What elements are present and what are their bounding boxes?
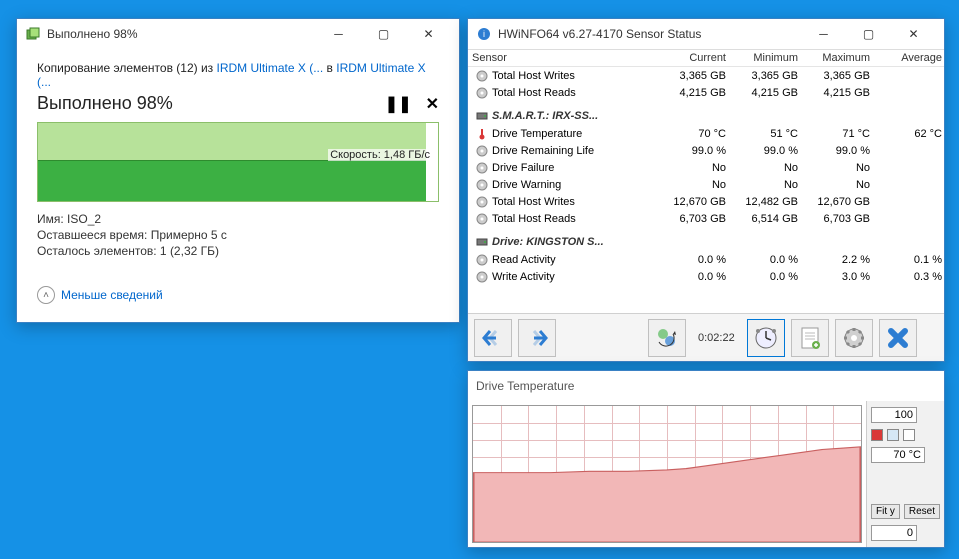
disc-icon: [476, 162, 488, 174]
cancel-button[interactable]: ✕: [426, 94, 439, 114]
y-max-input[interactable]: 100: [871, 407, 917, 423]
sensor-row[interactable]: Drive Temperature70 °C51 °C71 °C62 °C: [468, 125, 944, 142]
legend-swatch-white[interactable]: [903, 429, 915, 441]
copy-header-row: Выполнено 98% ❚❚ ✕: [37, 93, 439, 114]
drive-icon: [476, 236, 488, 248]
sensor-table-header: Sensor Current Minimum Maximum Average: [468, 50, 944, 67]
chart-titlebar: Drive Temperature: [468, 371, 944, 401]
col-minimum: Minimum: [730, 52, 802, 64]
minimize-button[interactable]: ─: [316, 19, 361, 49]
hwinfo-app-icon: i: [476, 26, 492, 42]
sensor-row[interactable]: Total Host Reads6,703 GB6,514 GB6,703 GB: [468, 210, 944, 227]
nav-forward-button[interactable]: [518, 319, 556, 357]
copy-source-link[interactable]: IRDM Ultimate X (...: [217, 61, 324, 75]
sensor-row[interactable]: Drive WarningNoNoNo: [468, 176, 944, 193]
reset-button[interactable]: Reset: [904, 504, 940, 519]
disc-icon: [476, 70, 488, 82]
refresh-button[interactable]: [648, 319, 686, 357]
chevron-up-icon: ˄: [37, 286, 55, 304]
sensor-row[interactable]: Total Host Reads4,215 GB4,215 GB4,215 GB: [468, 84, 944, 101]
col-sensor: Sensor: [468, 52, 658, 64]
thermometer-icon: [476, 128, 488, 140]
current-value-box: 70 °C: [871, 447, 925, 463]
hw-minimize-button[interactable]: ─: [801, 19, 846, 49]
copy-remaining-time: Оставшееся время: Примерно 5 с: [37, 228, 439, 242]
chart-sidebar: 100 70 °C Fit y Reset 0: [866, 401, 944, 547]
col-maximum: Maximum: [802, 52, 874, 64]
chart-body: 100 70 °C Fit y Reset 0: [468, 401, 944, 547]
file-copy-window: Выполнено 98% ─ ▢ ✕ Копирование элементо…: [16, 18, 460, 323]
disc-icon: [476, 213, 488, 225]
sensor-row[interactable]: Total Host Writes12,670 GB12,482 GB12,67…: [468, 193, 944, 210]
svg-text:i: i: [483, 29, 485, 39]
maximize-button[interactable]: ▢: [361, 19, 406, 49]
drive-temp-chart-window: Drive Temperature 100 70 °C Fit y Reset …: [467, 370, 945, 548]
col-current: Current: [658, 52, 730, 64]
copy-body: Копирование элементов (12) из IRDM Ultim…: [17, 49, 459, 312]
nav-back-button[interactable]: [474, 319, 512, 357]
speed-label: Скорость: 1,48 ГБ/с: [328, 149, 432, 161]
disc-icon: [476, 145, 488, 157]
sensor-group-header[interactable]: Drive: KINGSTON S...: [468, 233, 944, 251]
copy-remaining-items: Осталось элементов: 1 (2,32 ГБ): [37, 244, 439, 258]
legend-swatch-red[interactable]: [871, 429, 883, 441]
disc-icon: [476, 179, 488, 191]
sensor-row[interactable]: Write Activity0.0 %0.0 %3.0 %0.3 %: [468, 268, 944, 285]
y-min-input[interactable]: 0: [871, 525, 917, 541]
disc-icon: [476, 271, 488, 283]
sensor-table[interactable]: Sensor Current Minimum Maximum Average T…: [468, 49, 944, 313]
sensor-row[interactable]: Drive Remaining Life99.0 %99.0 %99.0 %: [468, 142, 944, 159]
hwinfo-toolbar: 0:02:22: [468, 313, 944, 361]
disc-icon: [476, 196, 488, 208]
copy-details: Имя: ISO_2 Оставшееся время: Примерно 5 …: [37, 212, 439, 258]
legend-row: [871, 429, 915, 441]
copy-name: Имя: ISO_2: [37, 212, 439, 226]
legend-swatch-light[interactable]: [887, 429, 899, 441]
graph-lower-area: [38, 160, 438, 201]
clock-button[interactable]: [747, 319, 785, 357]
drive-icon: [476, 110, 488, 122]
graph-remaining-area: [426, 123, 438, 201]
sensor-row[interactable]: Drive FailureNoNoNo: [468, 159, 944, 176]
copy-titlebar: Выполнено 98% ─ ▢ ✕: [17, 19, 459, 49]
hw-close-button[interactable]: ✕: [891, 19, 936, 49]
less-info-toggle[interactable]: ˄ Меньше сведений: [37, 286, 439, 304]
progress-title: Выполнено 98%: [37, 93, 173, 114]
disc-icon: [476, 254, 488, 266]
speed-graph: Скорость: 1,48 ГБ/с: [37, 122, 439, 202]
copy-desc-prefix: Копирование элементов (12) из: [37, 61, 217, 75]
hwinfo-body: Sensor Current Minimum Maximum Average T…: [468, 49, 944, 361]
hwinfo-titlebar: i HWiNFO64 v6.27-4170 Sensor Status ─ ▢ …: [468, 19, 944, 49]
elapsed-time: 0:02:22: [698, 332, 735, 344]
sensor-row[interactable]: Read Activity0.0 %0.0 %2.2 %0.1 %: [468, 251, 944, 268]
chart-window-title: Drive Temperature: [476, 379, 936, 393]
sensor-group-header[interactable]: S.M.A.R.T.: IRX-SS...: [468, 107, 944, 125]
disc-icon: [476, 87, 488, 99]
pause-button[interactable]: ❚❚: [385, 94, 412, 114]
copy-description: Копирование элементов (12) из IRDM Ultim…: [37, 61, 439, 89]
copy-desc-mid: в: [327, 61, 337, 75]
settings-button[interactable]: [835, 319, 873, 357]
sensor-row[interactable]: Total Host Writes3,365 GB3,365 GB3,365 G…: [468, 67, 944, 84]
fit-y-button[interactable]: Fit y: [871, 504, 900, 519]
exit-button[interactable]: [879, 319, 917, 357]
hwinfo-window-title: HWiNFO64 v6.27-4170 Sensor Status: [498, 27, 801, 41]
log-button[interactable]: [791, 319, 829, 357]
less-info-label: Меньше сведений: [61, 288, 163, 302]
temperature-chart[interactable]: [472, 405, 862, 543]
hw-maximize-button[interactable]: ▢: [846, 19, 891, 49]
copy-app-icon: [25, 26, 41, 42]
col-average: Average: [874, 52, 944, 64]
copy-window-title: Выполнено 98%: [47, 27, 316, 41]
close-button[interactable]: ✕: [406, 19, 451, 49]
hwinfo-window: i HWiNFO64 v6.27-4170 Sensor Status ─ ▢ …: [467, 18, 945, 362]
